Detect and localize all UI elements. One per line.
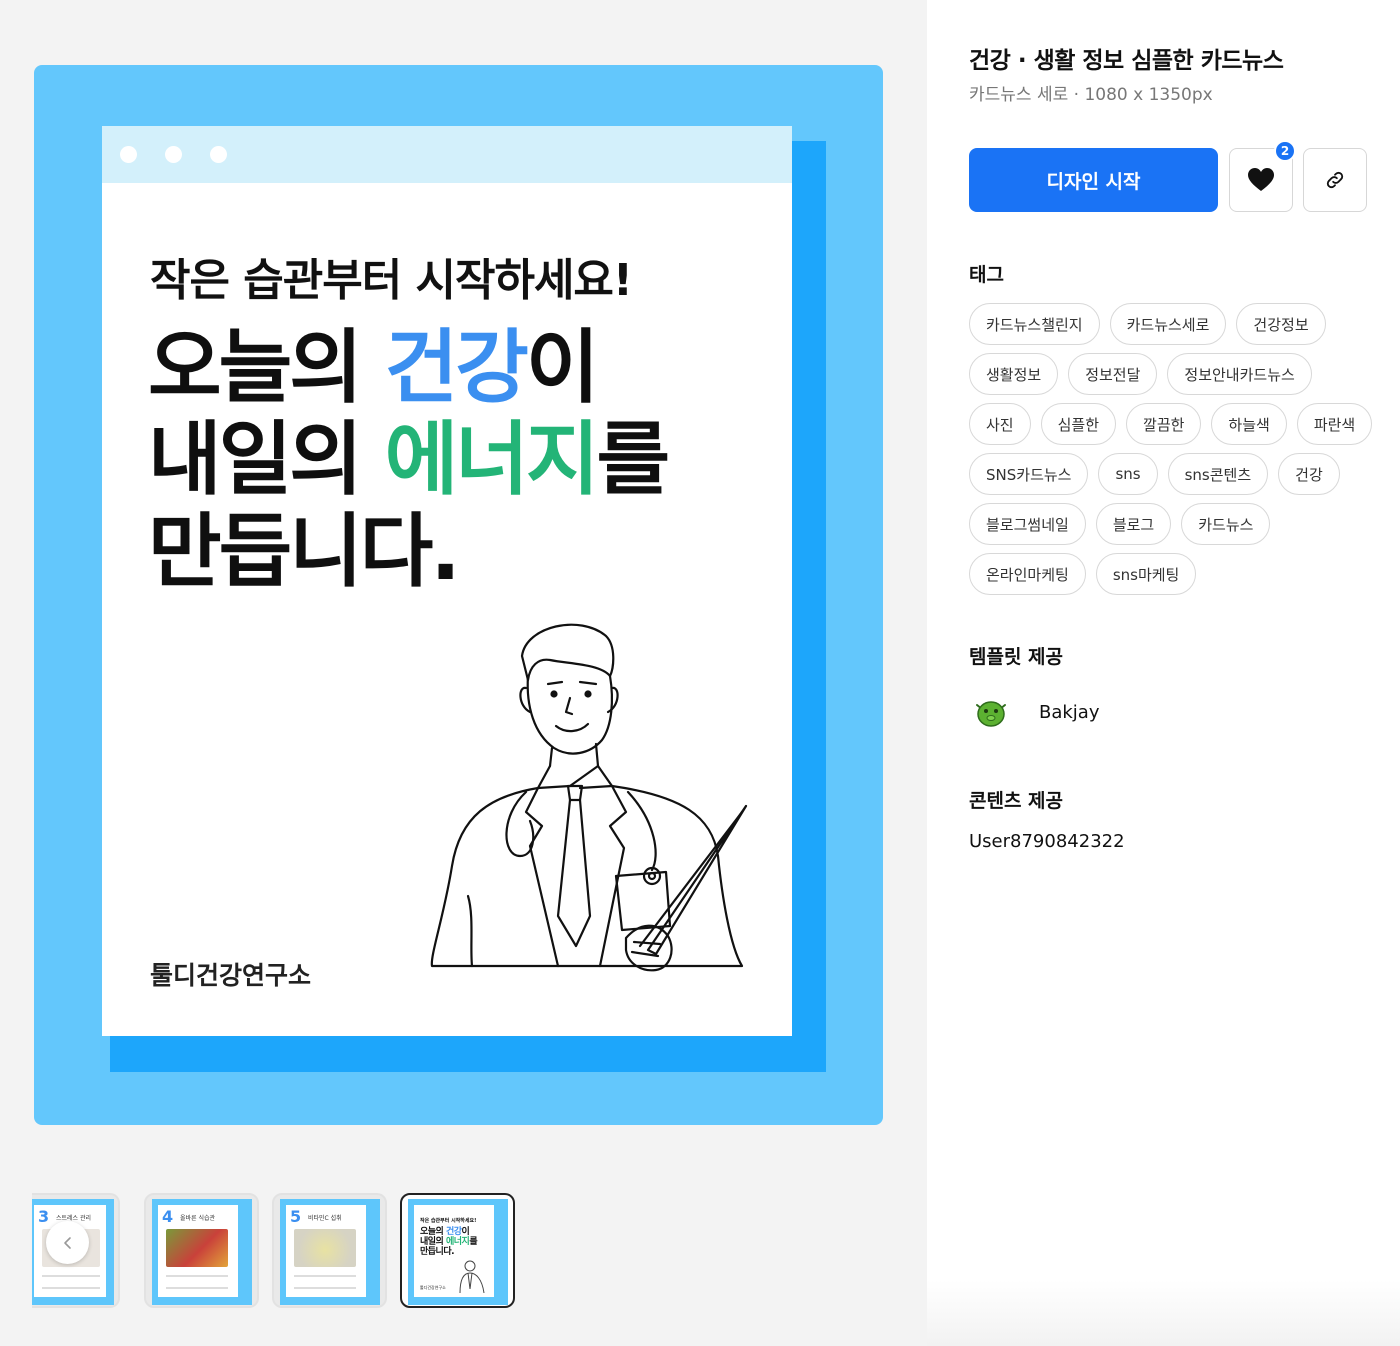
headline-text: 를 xyxy=(596,413,670,506)
thumb-title: 올바른 식습관 xyxy=(180,1215,216,1222)
tag[interactable]: 하늘색 xyxy=(1211,403,1287,445)
thumb-number: 3 xyxy=(38,1207,50,1226)
headline-highlight-green: 에너지 xyxy=(384,413,600,506)
tag[interactable]: 카드뉴스챌린지 xyxy=(969,303,1100,345)
window-dot xyxy=(165,146,182,163)
template-title: 건강 · 생활 정보 심플한 카드뉴스 xyxy=(969,48,1284,74)
thumb-number: 5 xyxy=(290,1207,302,1226)
window-dot xyxy=(120,146,137,163)
carousel-prev-button[interactable] xyxy=(46,1221,89,1264)
tag[interactable]: 건강 xyxy=(1278,453,1340,495)
tag[interactable]: sns마케팅 xyxy=(1095,553,1197,595)
tag[interactable]: 깔끔한 xyxy=(1126,403,1202,445)
thumbnail-4[interactable]: 4 올바른 식습관 xyxy=(144,1193,259,1308)
thumb-headline: 오늘의 건강이 내일의 에너지를 만듭니다. xyxy=(420,1227,478,1257)
card-headline: 오늘의 건강이 내일의 에너지를 만듭니다. xyxy=(148,321,670,598)
copy-link-button[interactable] xyxy=(1303,148,1367,212)
tag[interactable]: sns콘텐츠 xyxy=(1167,453,1269,495)
tag[interactable]: 온라인마케팅 xyxy=(969,553,1086,595)
window-dot xyxy=(210,146,227,163)
tag[interactable]: 심플한 xyxy=(1040,403,1117,445)
avatar xyxy=(969,690,1013,734)
tag[interactable]: SNS카드뉴스 xyxy=(969,453,1089,495)
thumbnail-strip: 3 스트레스 관리 4 올바른 식습관 5 비타민C 섭취 작은 습관부터 시작… xyxy=(32,1193,524,1309)
thumb-title: 비타민C 섭취 xyxy=(308,1215,342,1222)
headline-highlight-blue: 건강 xyxy=(384,321,529,414)
detail-panel: 건강 · 생활 정보 심플한 카드뉴스 카드뉴스 세로 · 1080 x 135… xyxy=(927,0,1400,1346)
content-provider-name[interactable]: User8790842322 xyxy=(969,831,1125,852)
start-design-button[interactable]: 디자인 시작 xyxy=(969,148,1218,212)
tag[interactable]: 블로그 xyxy=(1095,503,1172,545)
template-subtitle: 카드뉴스 세로 · 1080 x 1350px xyxy=(969,85,1213,105)
headline-text: 만듭니다. xyxy=(148,505,461,598)
like-count-badge: 2 xyxy=(1274,140,1296,162)
tag-list: 카드뉴스챌린지 카드뉴스세로 건강정보 생활정보 정보전달 정보안내카드뉴스 사… xyxy=(969,303,1373,603)
bottom-fade xyxy=(927,1280,1400,1346)
thumb-photo xyxy=(166,1229,228,1267)
headline-text: 오늘의 xyxy=(148,321,385,414)
tag[interactable]: 사진 xyxy=(969,403,1031,445)
tag[interactable]: 블로그썸네일 xyxy=(969,503,1086,545)
tag[interactable]: 정보전달 xyxy=(1068,353,1158,395)
preview-area: 작은 습관부터 시작하세요! 오늘의 건강이 내일의 에너지를 만듭니다. 툴디… xyxy=(0,0,927,1346)
tag[interactable]: 정보안내카드뉴스 xyxy=(1167,353,1312,395)
thumbnail-active[interactable]: 작은 습관부터 시작하세요! 오늘의 건강이 내일의 에너지를 만듭니다. 툴디… xyxy=(400,1193,515,1308)
thumb-title: 스트레스 관리 xyxy=(56,1215,92,1222)
tag[interactable]: sns xyxy=(1098,453,1158,495)
tags-heading: 태그 xyxy=(969,264,1004,286)
thumbnail-5[interactable]: 5 비타민C 섭취 xyxy=(272,1193,387,1308)
content-provider-heading: 콘텐츠 제공 xyxy=(969,790,1064,812)
card-preview: 작은 습관부터 시작하세요! 오늘의 건강이 내일의 에너지를 만듭니다. 툴디… xyxy=(102,126,792,1036)
author-name: Bakjay xyxy=(1039,701,1100,723)
link-icon xyxy=(1326,171,1344,189)
template-author[interactable]: Bakjay xyxy=(969,690,1100,734)
tag[interactable]: 파란색 xyxy=(1296,403,1373,445)
template-provider-heading: 템플릿 제공 xyxy=(969,646,1064,668)
card-subtitle: 작은 습관부터 시작하세요! xyxy=(150,255,633,306)
tag[interactable]: 생활정보 xyxy=(969,353,1059,395)
headline-text: 이 xyxy=(525,321,600,414)
doctor-mini-icon xyxy=(459,1260,485,1293)
thumb-subtitle: 작은 습관부터 시작하세요! xyxy=(420,1218,477,1224)
thumb-number: 4 xyxy=(162,1207,174,1226)
tag[interactable]: 카드뉴스 xyxy=(1181,503,1271,545)
card-window-bar xyxy=(102,126,792,183)
tag[interactable]: 건강정보 xyxy=(1236,303,1326,345)
headline-text: 내일의 xyxy=(148,413,385,506)
chevron-left-icon xyxy=(63,1236,71,1249)
avatar-icon xyxy=(976,701,1006,727)
heart-icon xyxy=(1248,168,1274,191)
thumb-photo xyxy=(294,1229,356,1267)
tag[interactable]: 카드뉴스세로 xyxy=(1109,303,1227,345)
card-brand: 툴디건강연구소 xyxy=(150,961,312,990)
thumb-brand: 툴디건강연구소 xyxy=(420,1285,446,1290)
doctor-illustration xyxy=(430,623,748,972)
